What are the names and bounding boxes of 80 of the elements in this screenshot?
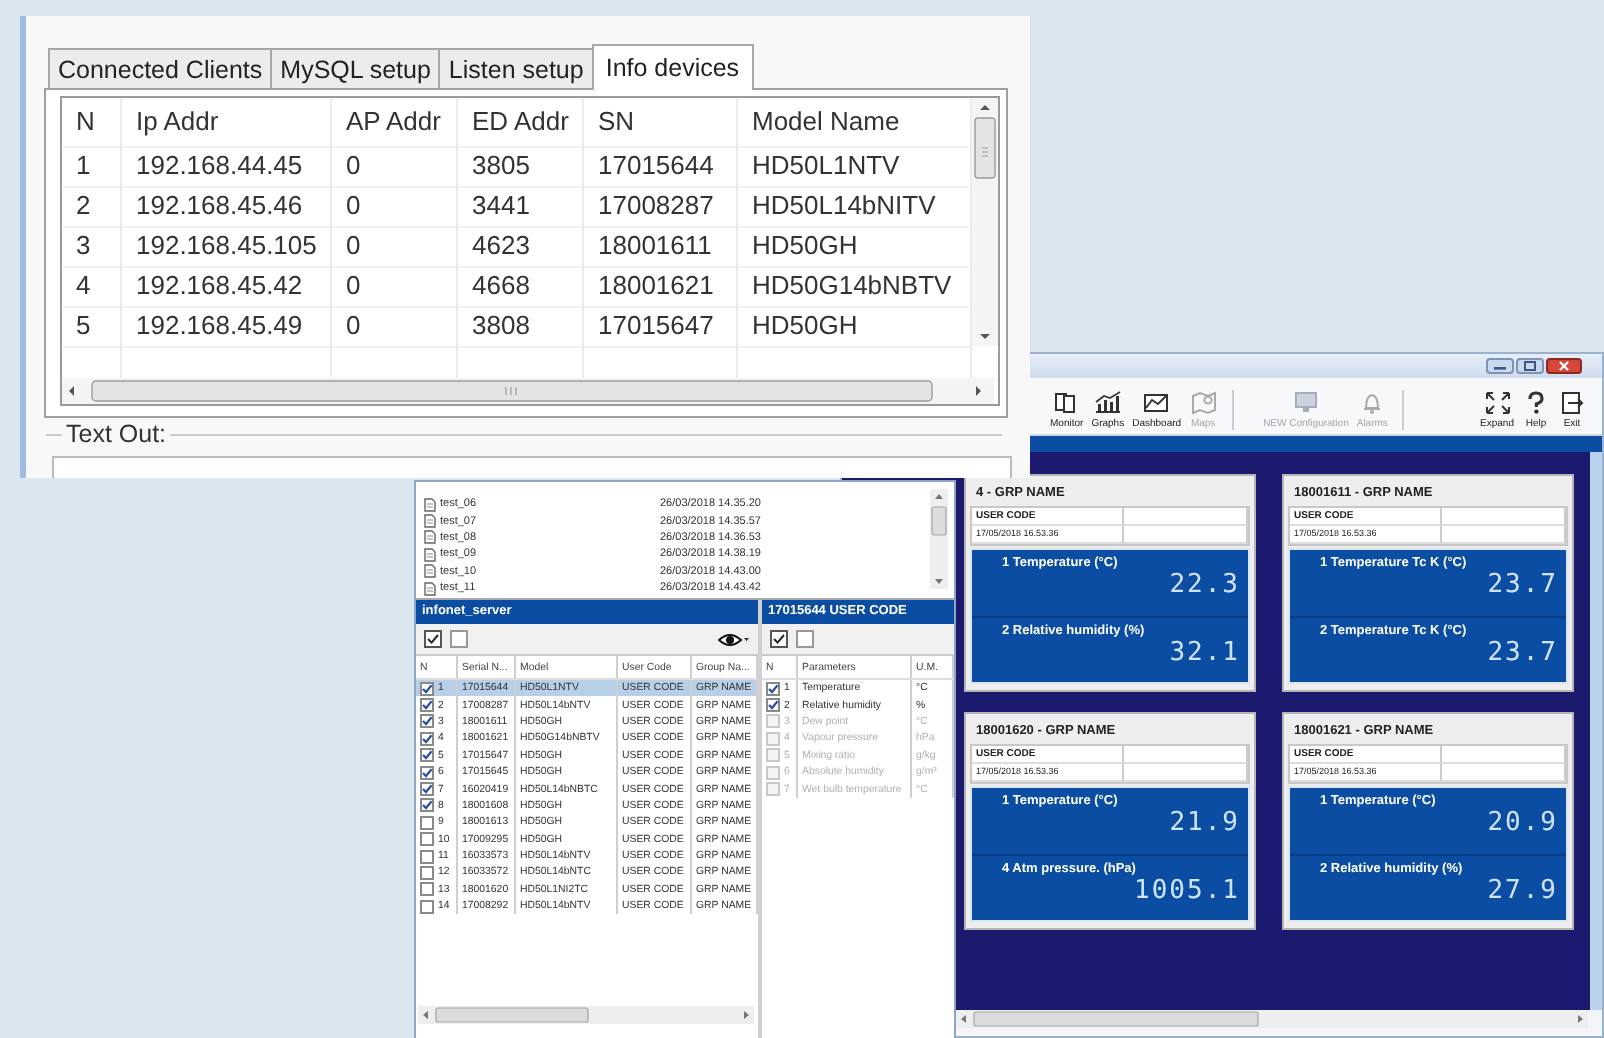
column-header[interactable]: ED Addr: [458, 97, 584, 147]
table-cell: 0: [332, 145, 458, 187]
table-cell: 2: [62, 185, 122, 227]
table-cell: 0: [332, 225, 458, 267]
table-cell: 18001621: [584, 265, 738, 307]
check-all-icon[interactable]: [770, 630, 788, 648]
check-all-icon[interactable]: [424, 630, 442, 648]
table-cell: 3441: [458, 185, 584, 227]
tab[interactable]: MySQL setup: [270, 48, 441, 88]
tab[interactable]: Connected Clients: [48, 48, 273, 88]
checkbox[interactable]: [420, 798, 434, 813]
checkbox[interactable]: [420, 882, 434, 897]
tab[interactable]: Info devices: [591, 44, 754, 90]
table-cell: 4623: [458, 225, 584, 267]
eye-icon[interactable]: [718, 631, 750, 647]
close-icon[interactable]: [1546, 358, 1582, 374]
bar-chart-icon: [1093, 390, 1122, 416]
checkbox[interactable]: [420, 849, 434, 864]
table-cell: 3: [62, 225, 122, 267]
reading-value: 20.9: [1487, 808, 1558, 838]
maximize-icon[interactable]: [1516, 358, 1544, 374]
table-cell: 17008287: [584, 185, 738, 227]
table-cell: 0: [332, 185, 458, 227]
door-icon: [1558, 390, 1586, 416]
minimize-icon[interactable]: [1486, 358, 1514, 374]
column-header[interactable]: Ip Addr: [122, 97, 332, 147]
checkbox[interactable]: [420, 748, 434, 763]
column-header[interactable]: AP Addr: [332, 97, 458, 147]
table-cell: 18001611: [584, 225, 738, 267]
group-label: Text Out:: [62, 420, 171, 448]
uncheck-all-icon[interactable]: [796, 630, 814, 648]
table-cell: 0: [332, 265, 458, 307]
table-cell: 4: [62, 265, 122, 307]
reading-value: 22.3: [1169, 570, 1240, 600]
checkbox[interactable]: [420, 765, 434, 780]
checkbox[interactable]: [420, 698, 434, 713]
table-cell: 192.168.45.105: [122, 225, 332, 267]
table-cell: 1: [62, 145, 122, 187]
text-output-field[interactable]: [52, 456, 1012, 478]
table-cell: 192.168.45.46: [122, 185, 332, 227]
checkbox[interactable]: [420, 714, 434, 729]
table-cell: 5: [62, 305, 122, 347]
map-icon: [1189, 390, 1218, 416]
tab[interactable]: Listen setup: [438, 48, 594, 88]
uncheck-all-icon[interactable]: [450, 630, 468, 648]
table-cell: 17015647: [584, 305, 738, 347]
table-cell: 192.168.44.45: [122, 145, 332, 187]
table-cell: 192.168.45.49: [122, 305, 332, 347]
windows-icon: [1052, 390, 1081, 416]
checkbox[interactable]: [420, 899, 434, 914]
monitor-icon: [1291, 390, 1320, 416]
checkbox[interactable]: [420, 832, 434, 847]
checkbox[interactable]: [766, 698, 780, 713]
reading-value: 23.7: [1487, 570, 1558, 600]
reading-value: 23.7: [1487, 637, 1558, 667]
expand-icon: [1483, 390, 1512, 416]
table-cell: 0: [332, 305, 458, 347]
reading-value: 27.9: [1487, 875, 1558, 905]
table-cell: 3808: [458, 305, 584, 347]
checkbox[interactable]: [420, 815, 434, 830]
table-cell: 4668: [458, 265, 584, 307]
checkbox[interactable]: [766, 681, 780, 696]
help-icon: [1522, 390, 1550, 416]
checkbox[interactable]: [420, 731, 434, 746]
table-cell: 3805: [458, 145, 584, 187]
checkbox[interactable]: [420, 865, 434, 880]
column-header[interactable]: N: [62, 97, 122, 147]
checkbox[interactable]: [420, 782, 434, 797]
checkbox[interactable]: [420, 681, 434, 696]
column-header[interactable]: SN: [584, 97, 738, 147]
horizontal-scrollbar[interactable]: [62, 378, 994, 404]
horizontal-scrollbar[interactable]: [418, 1006, 754, 1024]
reading-value: 21.9: [1169, 808, 1240, 838]
vertical-scrollbar[interactable]: [972, 98, 998, 346]
table-cell: 192.168.45.42: [122, 265, 332, 307]
reading-value: 32.1: [1169, 637, 1240, 667]
table-cell: 17015644: [584, 145, 738, 187]
horizontal-scrollbar[interactable]: [956, 1010, 1588, 1028]
chart-icon: [1142, 390, 1171, 416]
reading-value: 1005.1: [1134, 875, 1240, 905]
